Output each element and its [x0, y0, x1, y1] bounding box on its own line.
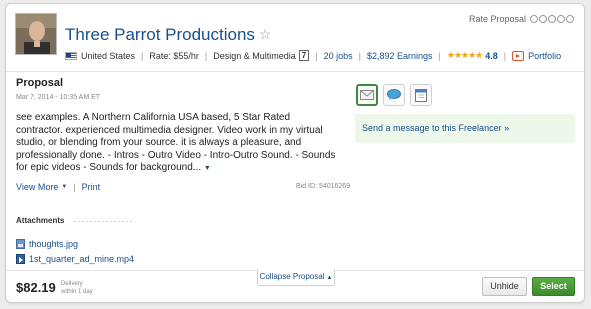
portfolio-link[interactable]: Portfolio: [528, 51, 561, 61]
chat-button[interactable]: [383, 84, 405, 106]
chat-bubble-icon: [387, 89, 401, 100]
avatar[interactable]: [15, 13, 57, 55]
attachment-item[interactable]: 1st_quarter_ad_mine.mp4: [16, 254, 134, 264]
attachment-name: 1st_quarter_ad_mine.mp4: [29, 254, 135, 264]
us-flag-icon: [65, 51, 77, 60]
proposal-title: Proposal: [16, 77, 64, 89]
rate-circle-icon[interactable]: [548, 15, 556, 23]
select-button[interactable]: Select: [532, 277, 575, 296]
freelancer-name-link[interactable]: Three Parrot Productions ☆: [65, 25, 271, 45]
rate-proposal-label: Rate Proposal: [468, 14, 526, 24]
favorite-star-icon[interactable]: ☆: [259, 26, 272, 43]
freelancer-meta: United States | Rate: $55/hr | Design & …: [65, 50, 561, 61]
jobs-link[interactable]: 20 jobs: [324, 51, 353, 61]
avatar-photo: [16, 14, 56, 54]
rate-circle-icon[interactable]: [557, 15, 565, 23]
send-message-box: Send a message to this Freelancer »: [355, 114, 575, 143]
notepad-icon: [415, 89, 427, 102]
rate-circle-icon[interactable]: [566, 15, 574, 23]
category: Design & Multimedia: [213, 50, 296, 61]
action-icons: [356, 84, 432, 106]
earnings-link[interactable]: $2,892 Earnings: [367, 51, 433, 61]
video-file-icon: [16, 254, 25, 264]
unhide-button[interactable]: Unhide: [482, 277, 527, 296]
portfolio-icon: [512, 50, 525, 61]
header-divider: [6, 71, 584, 72]
proposal-card: Three Parrot Productions ☆ Rate Proposal …: [5, 3, 585, 303]
attachment-item[interactable]: thoughts.jpg: [16, 239, 78, 249]
chevron-down-icon[interactable]: ▼: [61, 184, 67, 190]
send-message-link[interactable]: Send a message to this Freelancer »: [362, 123, 509, 133]
attachments-divider: [74, 221, 134, 222]
hourly-rate: Rate: $55/hr: [149, 50, 199, 61]
view-more-link[interactable]: View More: [16, 182, 58, 192]
notes-button[interactable]: [410, 84, 432, 106]
rate-circle-icon[interactable]: [539, 15, 547, 23]
expand-text-icon[interactable]: ▼: [204, 165, 211, 172]
delivery-value: within 1 day: [61, 289, 93, 295]
chevron-up-icon: ▲: [326, 275, 333, 281]
delivery-info: Delivery within 1 day: [61, 280, 93, 296]
rate-circle-icon[interactable]: [530, 15, 538, 23]
delivery-label: Delivery: [61, 281, 83, 287]
category-badge: 7: [298, 50, 310, 61]
rate-proposal: Rate Proposal: [469, 14, 574, 24]
rating-value: 4.8: [485, 50, 498, 61]
rating-stars-icon: ★★★★★: [446, 50, 483, 60]
rate-proposal-circles: [530, 15, 574, 23]
proposal-date: Mar 7, 2014 - 10:35 AM ET: [16, 94, 101, 101]
envelope-icon: [360, 90, 374, 100]
collapse-proposal-button[interactable]: Collapse Proposal ▲: [257, 269, 335, 286]
freelancer-name: Three Parrot Productions: [65, 25, 255, 44]
bid-id: Bid ID: 54016269: [296, 183, 351, 190]
message-envelope-button[interactable]: [356, 84, 378, 106]
attachments-title: Attachments: [16, 216, 65, 225]
country: United States: [81, 50, 136, 61]
collapse-proposal-label: Collapse Proposal: [259, 272, 325, 281]
proposal-links: View More ▼ | Print: [16, 182, 101, 192]
attachment-name: thoughts.jpg: [29, 239, 79, 249]
print-link[interactable]: Print: [82, 182, 101, 192]
bid-price: $82.19: [16, 280, 56, 295]
proposal-text: see examples. A Northern California USA …: [16, 112, 336, 174]
image-file-icon: [16, 239, 25, 249]
proposal-text-block: see examples. A Northern California USA …: [16, 112, 338, 176]
